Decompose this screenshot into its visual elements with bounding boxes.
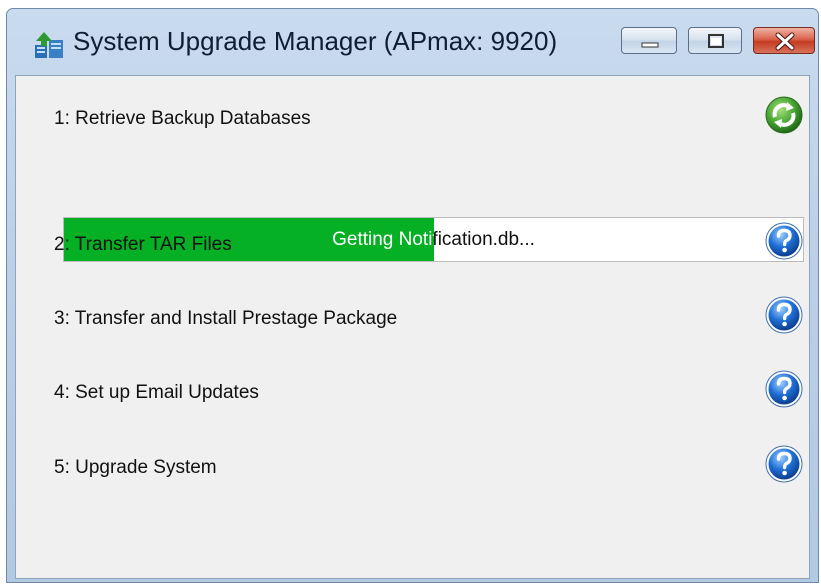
maximize-button[interactable]: [688, 27, 742, 54]
close-icon: [775, 32, 795, 51]
server-upgrade-icon: [35, 32, 63, 58]
step-5-label: 5: Upgrade System: [54, 457, 217, 478]
client-area: 1: Retrieve Backup Databases Getting Not…: [15, 75, 810, 579]
window-title: System Upgrade Manager (APmax: 9920): [73, 26, 558, 56]
refresh-icon[interactable]: [764, 95, 804, 135]
step-1-label: 1: Retrieve Backup Databases: [54, 108, 311, 129]
help-icon[interactable]: [764, 221, 804, 261]
step-3-label: 3: Transfer and Install Prestage Package: [54, 308, 398, 329]
minimize-icon: [641, 42, 659, 48]
help-icon[interactable]: [764, 444, 804, 484]
title-bar[interactable]: System Upgrade Manager (APmax: 9920): [7, 9, 818, 75]
maximize-icon: [708, 34, 724, 48]
minimize-button[interactable]: [621, 27, 677, 54]
close-button[interactable]: [753, 27, 815, 54]
help-icon[interactable]: [764, 369, 804, 409]
step-4-label: 4: Set up Email Updates: [54, 382, 259, 403]
system-upgrade-window: System Upgrade Manager (APmax: 9920) 1: …: [6, 8, 819, 583]
help-icon[interactable]: [764, 295, 804, 335]
step-2-label: 2: Transfer TAR Files: [54, 234, 232, 255]
